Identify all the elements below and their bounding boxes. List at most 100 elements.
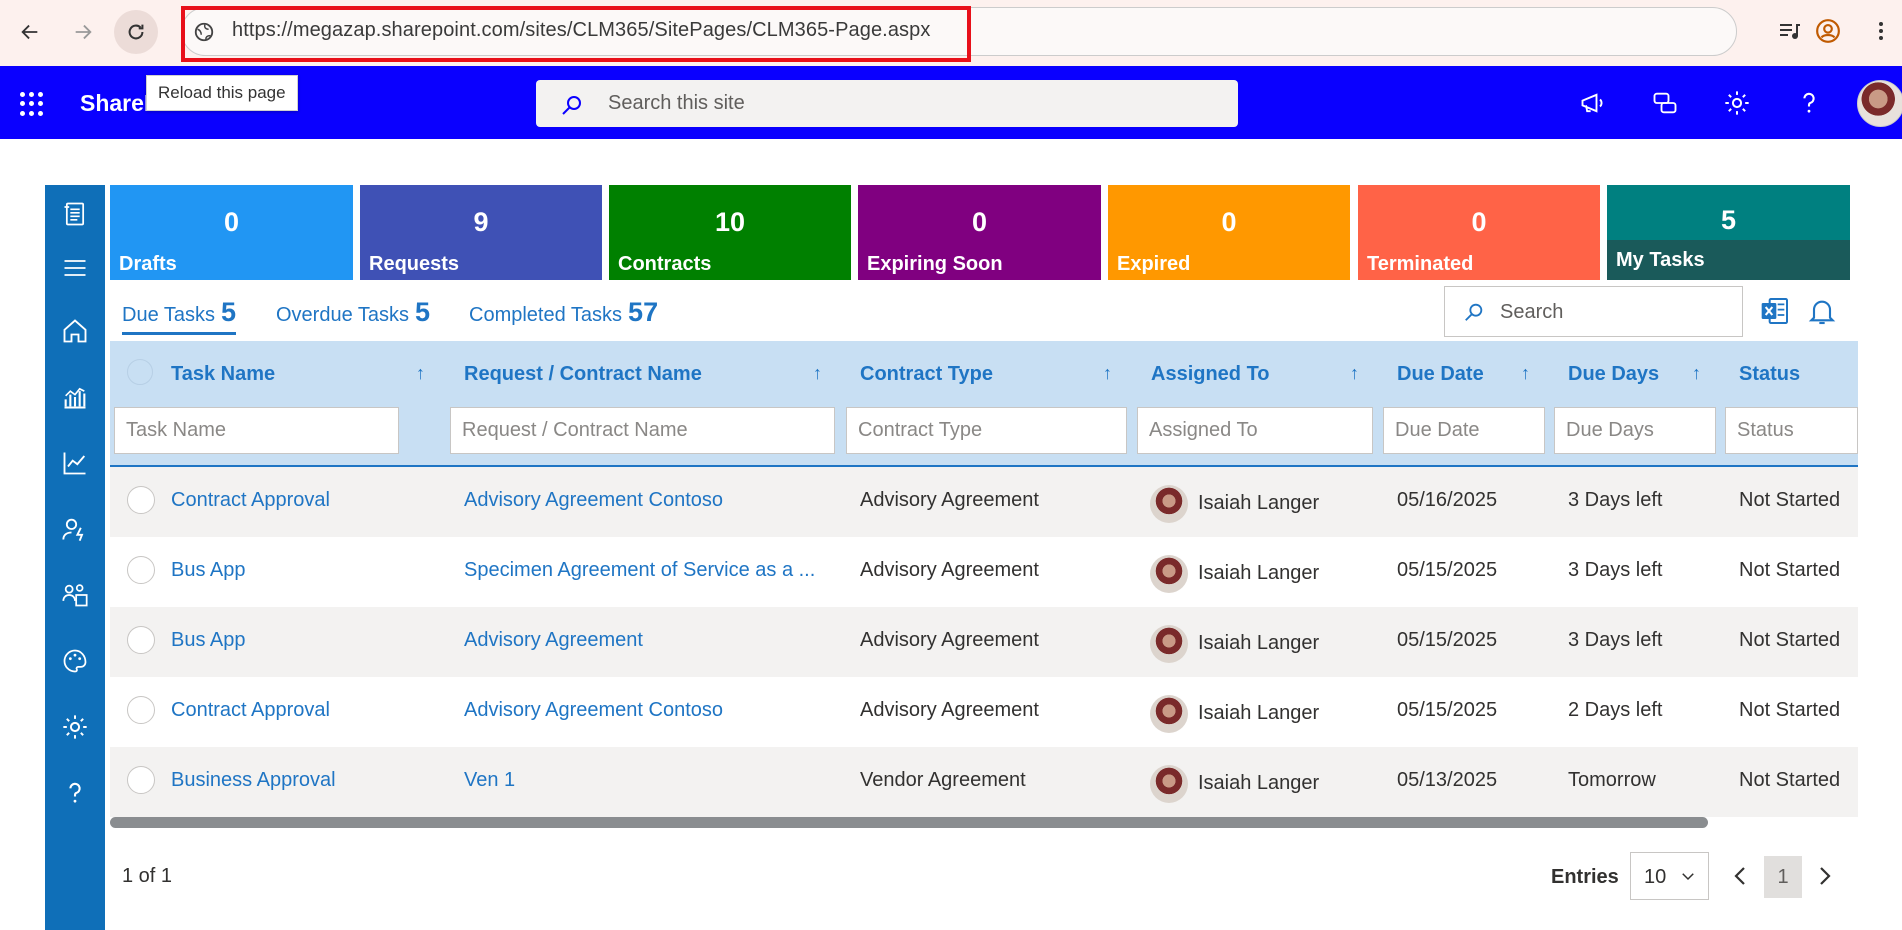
filter-due-days[interactable]: Due Days xyxy=(1554,407,1716,454)
left-nav-rail xyxy=(45,185,105,930)
row-checkbox[interactable] xyxy=(127,766,155,794)
reload-button[interactable] xyxy=(114,10,158,54)
sort-up-icon[interactable]: ↑ xyxy=(1692,363,1701,384)
due-days: 3 Days left xyxy=(1568,559,1663,581)
request-name-link[interactable]: Advisory Agreement Contoso xyxy=(464,699,834,722)
grid-search-input[interactable]: Search xyxy=(1444,286,1743,337)
row-checkbox[interactable] xyxy=(127,626,155,654)
filter-assigned-to[interactable]: Assigned To xyxy=(1137,407,1373,454)
column-header-assigned-to[interactable]: Assigned To xyxy=(1151,363,1270,386)
assignee-avatar xyxy=(1150,695,1188,733)
tile-drafts[interactable]: 0 Drafts xyxy=(110,185,353,280)
entries-label: Entries xyxy=(1551,866,1619,888)
table-row[interactable]: Contract Approval Advisory Agreement Con… xyxy=(110,677,1858,747)
column-header-contract-type[interactable]: Contract Type xyxy=(860,363,993,386)
task-name-link[interactable]: Contract Approval xyxy=(171,489,441,512)
row-checkbox[interactable] xyxy=(127,486,155,514)
column-header-due-days[interactable]: Due Days xyxy=(1568,363,1659,386)
grid-search-icon xyxy=(1465,303,1483,321)
sort-up-icon[interactable]: ↑ xyxy=(1521,363,1530,384)
media-button[interactable] xyxy=(1774,16,1804,46)
task-name-link[interactable]: Business Approval xyxy=(171,769,441,792)
tile-expiring-soon[interactable]: 0 Expiring Soon xyxy=(858,185,1101,280)
horizontal-scrollbar[interactable] xyxy=(110,817,1708,828)
filter-request-name[interactable]: Request / Contract Name xyxy=(450,407,835,454)
task-name-link[interactable]: Contract Approval xyxy=(171,699,441,722)
hamburger-menu-icon[interactable] xyxy=(58,251,92,285)
settings-button[interactable] xyxy=(1721,87,1753,119)
app-logo-icon[interactable] xyxy=(58,197,92,231)
tile-label: Drafts xyxy=(119,253,177,275)
select-all-checkbox[interactable] xyxy=(127,359,153,385)
tab-label: Overdue Tasks xyxy=(276,304,410,326)
request-name-link[interactable]: Advisory Agreement Contoso xyxy=(464,489,834,512)
column-header-request-name[interactable]: Request / Contract Name xyxy=(464,363,702,386)
announcements-button[interactable] xyxy=(1577,87,1609,119)
theme-palette-icon[interactable] xyxy=(58,644,92,678)
assignee-name: Isaiah Langer xyxy=(1198,772,1320,794)
task-name-link[interactable]: Bus App xyxy=(171,629,441,652)
feedback-button[interactable] xyxy=(1649,87,1681,119)
request-name-link[interactable]: Specimen Agreement of Service as a ... xyxy=(464,559,834,582)
analytics-icon[interactable] xyxy=(58,446,92,480)
dashboard-chart-icon[interactable] xyxy=(58,380,92,414)
row-checkbox[interactable] xyxy=(127,556,155,584)
prev-page-icon[interactable] xyxy=(1729,862,1753,890)
tile-label: Requests xyxy=(369,253,460,275)
sort-up-icon[interactable]: ↑ xyxy=(813,363,822,384)
next-page-icon[interactable] xyxy=(1812,862,1836,890)
request-name-link[interactable]: Advisory Agreement xyxy=(464,629,834,652)
site-search-placeholder: Search this site xyxy=(608,92,745,114)
filter-contract-type[interactable]: Contract Type xyxy=(846,407,1127,454)
page-number-button[interactable]: 1 xyxy=(1764,856,1802,898)
tile-terminated[interactable]: 0 Terminated xyxy=(1358,185,1600,280)
bell-icon[interactable] xyxy=(1806,295,1838,327)
help-button[interactable] xyxy=(1793,87,1825,119)
home-icon[interactable] xyxy=(58,314,92,348)
sort-up-icon[interactable]: ↑ xyxy=(416,363,425,384)
filter-status[interactable]: Status xyxy=(1725,407,1858,454)
team-icon[interactable] xyxy=(58,578,92,612)
tab-completed-tasks[interactable]: Completed Tasks 57 xyxy=(469,297,658,328)
row-checkbox[interactable] xyxy=(127,696,155,724)
page-info: 1 of 1 xyxy=(122,865,173,887)
tab-overdue-tasks[interactable]: Overdue Tasks 5 xyxy=(276,297,430,328)
tile-contracts[interactable]: 10 Contracts xyxy=(609,185,851,280)
due-date: 05/15/2025 xyxy=(1397,559,1498,581)
more-button[interactable] xyxy=(1866,16,1896,46)
rail-settings-icon[interactable] xyxy=(58,710,92,744)
tile-expired[interactable]: 0 Expired xyxy=(1108,185,1350,280)
site-search-box[interactable]: Search this site xyxy=(536,80,1238,127)
tile-value: 10 xyxy=(714,207,746,237)
entries-select[interactable]: 10 xyxy=(1630,852,1709,900)
user-avatar[interactable] xyxy=(1857,80,1902,127)
entries-value: 10 xyxy=(1644,866,1667,888)
tile-my-tasks[interactable]: 5 My Tasks xyxy=(1607,185,1850,280)
excel-icon[interactable] xyxy=(1759,295,1791,327)
sort-up-icon[interactable]: ↑ xyxy=(1350,363,1359,384)
chevron-down-icon xyxy=(1682,873,1694,881)
waffle-icon[interactable] xyxy=(20,92,44,116)
status: Not Started xyxy=(1739,769,1841,791)
forward-button[interactable] xyxy=(61,10,105,54)
filter-task-name[interactable]: Task Name xyxy=(114,407,399,454)
filter-due-date[interactable]: Due Date xyxy=(1383,407,1545,454)
table-row[interactable]: Business Approval Ven 1 Vendor Agreement… xyxy=(110,747,1858,817)
column-header-due-date[interactable]: Due Date xyxy=(1397,363,1484,386)
table-row[interactable]: Contract Approval Advisory Agreement Con… xyxy=(110,467,1858,537)
back-button[interactable] xyxy=(8,10,52,54)
profile-button[interactable] xyxy=(1813,16,1843,46)
task-name-link[interactable]: Bus App xyxy=(171,559,441,582)
user-tasks-icon[interactable] xyxy=(58,512,92,546)
more-icon xyxy=(1879,22,1883,40)
request-name-link[interactable]: Ven 1 xyxy=(464,769,834,792)
tab-due-tasks[interactable]: Due Tasks 5 xyxy=(122,297,237,335)
sort-up-icon[interactable]: ↑ xyxy=(1103,363,1112,384)
column-header-task-name[interactable]: Task Name xyxy=(171,363,275,386)
table-row[interactable]: Bus App Specimen Agreement of Service as… xyxy=(110,537,1858,607)
rail-help-icon[interactable] xyxy=(58,776,92,810)
tile-requests[interactable]: 9 Requests xyxy=(360,185,602,280)
column-header-status[interactable]: Status xyxy=(1739,363,1800,386)
settings-icon xyxy=(1725,91,1749,115)
table-row[interactable]: Bus App Advisory Agreement Advisory Agre… xyxy=(110,607,1858,677)
